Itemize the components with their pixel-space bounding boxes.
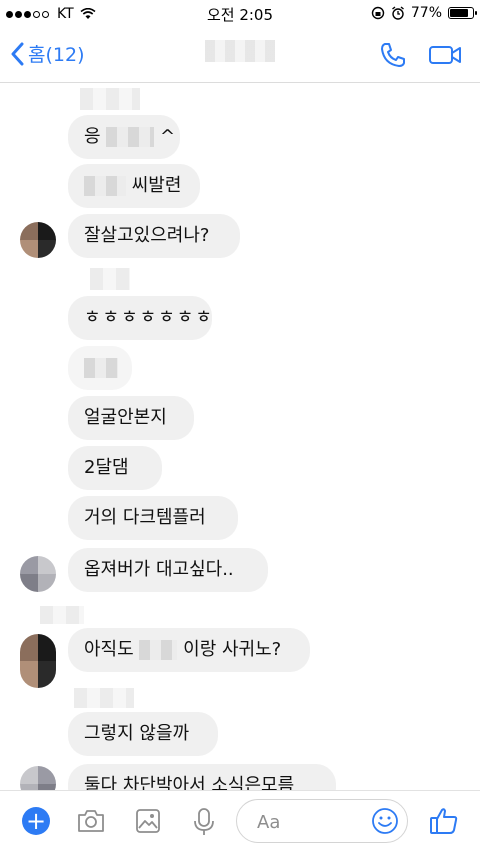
rotation-lock-icon xyxy=(371,6,385,20)
gallery-button[interactable] xyxy=(134,807,162,839)
avatar[interactable] xyxy=(20,556,56,592)
status-right: 77% xyxy=(371,5,477,21)
battery-icon xyxy=(448,7,477,19)
message-bubble[interactable]: 씨발련 xyxy=(68,164,200,208)
redacted-text xyxy=(84,176,126,196)
message-bubble[interactable]: 그렇지 않을까 xyxy=(68,712,218,756)
microphone-icon xyxy=(194,808,214,835)
redacted-region xyxy=(90,268,130,290)
avatar[interactable] xyxy=(20,222,56,258)
emoji-button[interactable] xyxy=(371,807,399,839)
message-bubble[interactable]: 2달댐 xyxy=(68,446,162,490)
message-input-wrapper xyxy=(236,799,408,843)
plus-icon[interactable]: + xyxy=(22,807,50,835)
message-bubble[interactable]: 거의 다크템플러 xyxy=(68,496,238,540)
redacted-region xyxy=(80,88,140,110)
gallery-icon xyxy=(136,809,160,833)
message-input[interactable] xyxy=(255,808,369,836)
redacted-region xyxy=(40,606,84,624)
camera-icon xyxy=(78,810,104,832)
back-chevron-icon xyxy=(11,42,24,65)
message-bubble[interactable]: 잘살고있으려나? xyxy=(68,214,240,258)
avatar[interactable] xyxy=(20,634,56,688)
message-bubble[interactable]: 옵져버가 대고싶다.. xyxy=(68,548,268,592)
message-bubble[interactable]: 아직도 이랑 사귀노? xyxy=(68,628,310,672)
voice-button[interactable] xyxy=(192,807,216,841)
alarm-icon xyxy=(391,6,404,20)
redacted-region xyxy=(74,688,134,708)
like-button[interactable] xyxy=(428,805,460,841)
battery-percent: 77% xyxy=(410,5,442,21)
thumbs-up-icon xyxy=(430,808,458,834)
message-bubble[interactable]: 얼굴안본지 xyxy=(68,396,194,440)
emoji-icon xyxy=(372,808,398,834)
status-bar: KT 오전 2:05 77% xyxy=(0,0,480,28)
back-button[interactable]: 홈(12) xyxy=(10,40,84,67)
message-bubble[interactable]: ㅎㅎㅎㅎㅎㅎㅎ xyxy=(68,296,212,340)
conversation-header: 홈(12) xyxy=(0,28,480,83)
back-label: 홈(12) xyxy=(28,44,85,66)
video-call-button[interactable] xyxy=(428,40,462,74)
message-composer-bar: + xyxy=(0,790,480,855)
redacted-text xyxy=(139,640,178,660)
redacted-text xyxy=(84,358,118,378)
call-button[interactable] xyxy=(378,40,408,74)
video-icon xyxy=(429,46,461,64)
message-bubble[interactable] xyxy=(68,346,132,390)
message-bubble[interactable]: 응 ^ xyxy=(68,115,180,159)
contact-name-redacted[interactable] xyxy=(205,40,275,62)
camera-button[interactable] xyxy=(76,807,106,839)
phone-icon xyxy=(381,43,405,67)
redacted-text xyxy=(106,127,155,147)
